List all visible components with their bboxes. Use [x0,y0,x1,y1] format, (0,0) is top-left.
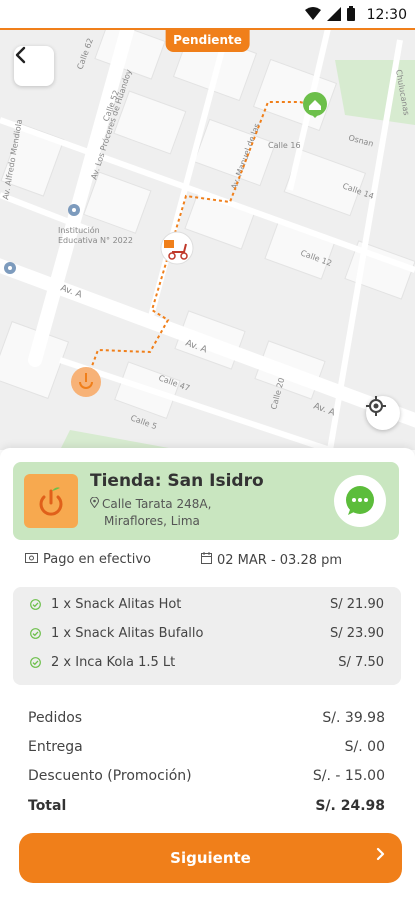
store-name: Tienda: San Isidro [90,471,264,491]
row-value: S/. 39.98 [322,710,385,726]
item-name: 2 x Inca Kola 1.5 Lt [51,655,176,670]
calendar-icon [201,552,212,568]
whatsapp-chat-icon [346,486,374,515]
next-button[interactable]: Siguiente [19,833,402,883]
delivery-map[interactable]: Calle 62 Av. Los Próceres de Huandoy Cal… [0,30,415,450]
status-time: 12:30 [366,7,407,23]
row-value: S/. 00 [344,739,385,755]
map-canvas: Calle 62 Av. Los Próceres de Huandoy Cal… [0,30,415,450]
row-value: S/. 24.98 [315,798,385,814]
store-logo [24,474,78,528]
row-label: Total [28,798,67,814]
store-address: Calle Tarata 248A, Miraflores, Lima [89,496,212,530]
street-label: Calle 62 [75,37,95,71]
signal-icon [326,6,341,24]
total-row: Total S/. 24.98 [0,792,415,821]
store-marker-icon [71,367,101,397]
check-icon [30,657,41,672]
store-card: Tienda: San Isidro Calle Tarata 248A, Mi… [13,462,399,540]
map-pin-icon [4,262,16,274]
next-label: Siguiente [170,849,251,867]
date-label: 02 MAR - 03.28 pm [217,552,343,568]
poi-label: Educativa N° 2022 [58,236,133,245]
location-pin-icon [89,496,100,513]
chevron-right-icon [376,846,386,866]
row-value: S/. - 15.00 [312,768,385,784]
check-icon [30,628,41,643]
order-date: 02 MAR - 03.28 pm [201,552,342,568]
order-items: 1 x Snack Alitas Hot S/ 21.90 1 x Snack … [13,587,401,685]
my-location-button[interactable] [366,396,400,430]
row-label: Entrega [28,739,83,755]
address-line2: Miraflores, Lima [104,514,200,528]
payment-method: Pago en efectivo [25,552,151,567]
item-price: S/ 7.50 [338,655,384,670]
payment-label: Pago en efectivo [43,552,152,567]
cash-icon [25,552,38,567]
chat-button[interactable] [334,475,386,527]
status-bar: 12:30 [0,0,415,30]
back-button[interactable] [14,46,54,86]
row-label: Descuento (Promoción) [28,768,192,784]
item-price: S/ 21.90 [330,597,384,612]
courier-marker-icon [160,231,194,265]
battery-icon [346,6,355,24]
item-name: 1 x Snack Alitas Bufallo [51,626,204,641]
list-item: 1 x Snack Alitas Bufallo S/ 23.90 [13,620,401,649]
status-badge: Pendiente [165,30,250,52]
school-pin-icon [68,204,80,216]
order-details-sheet: Tienda: San Isidro Calle Tarata 248A, Mi… [0,448,415,900]
item-price: S/ 23.90 [330,626,384,641]
discount-row: Descuento (Promoción) S/. - 15.00 [0,762,415,791]
item-name: 1 x Snack Alitas Hot [51,597,182,612]
row-label: Pedidos [28,710,83,726]
street-label: Calle 16 [268,141,301,150]
delivery-row: Entrega S/. 00 [0,733,415,762]
address-line1: Calle Tarata 248A, [102,497,212,511]
check-icon [30,599,41,614]
street-label: Calle 5 [129,413,158,431]
status-icons: 12:30 [304,6,407,24]
subtotal-row: Pedidos S/. 39.98 [0,704,415,733]
street-label: Osnan [347,133,374,148]
wifi-icon [304,6,321,24]
power-logo-icon [39,487,63,516]
street-label: Av. A [312,401,337,418]
list-item: 2 x Inca Kola 1.5 Lt S/ 7.50 [13,649,401,678]
list-item: 1 x Snack Alitas Hot S/ 21.90 [13,591,401,620]
poi-label: Institución [58,225,100,235]
